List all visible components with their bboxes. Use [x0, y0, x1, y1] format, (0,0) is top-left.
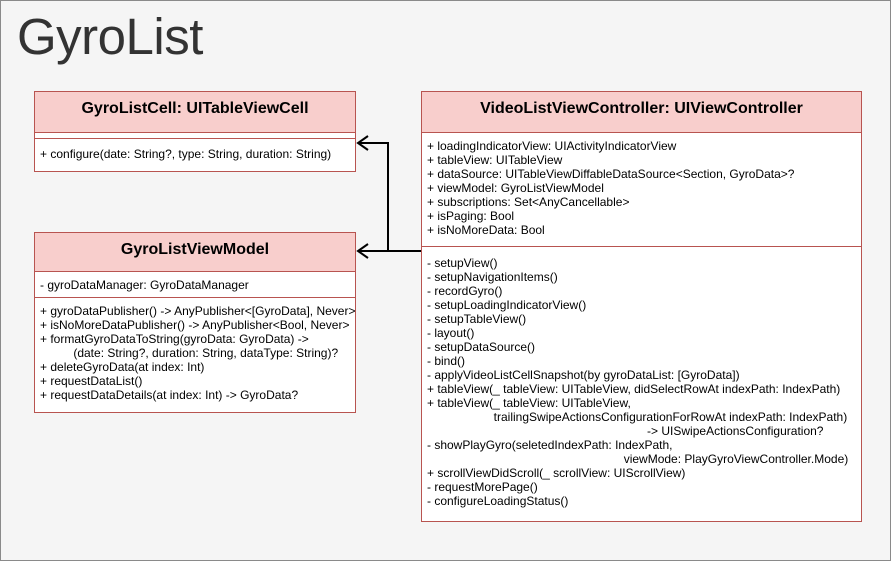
association-line-to-cell — [358, 142, 421, 252]
relation-connectors — [356, 135, 421, 259]
diagram-canvas: GyroList GyroListCell: UITableViewCell +… — [0, 0, 891, 561]
